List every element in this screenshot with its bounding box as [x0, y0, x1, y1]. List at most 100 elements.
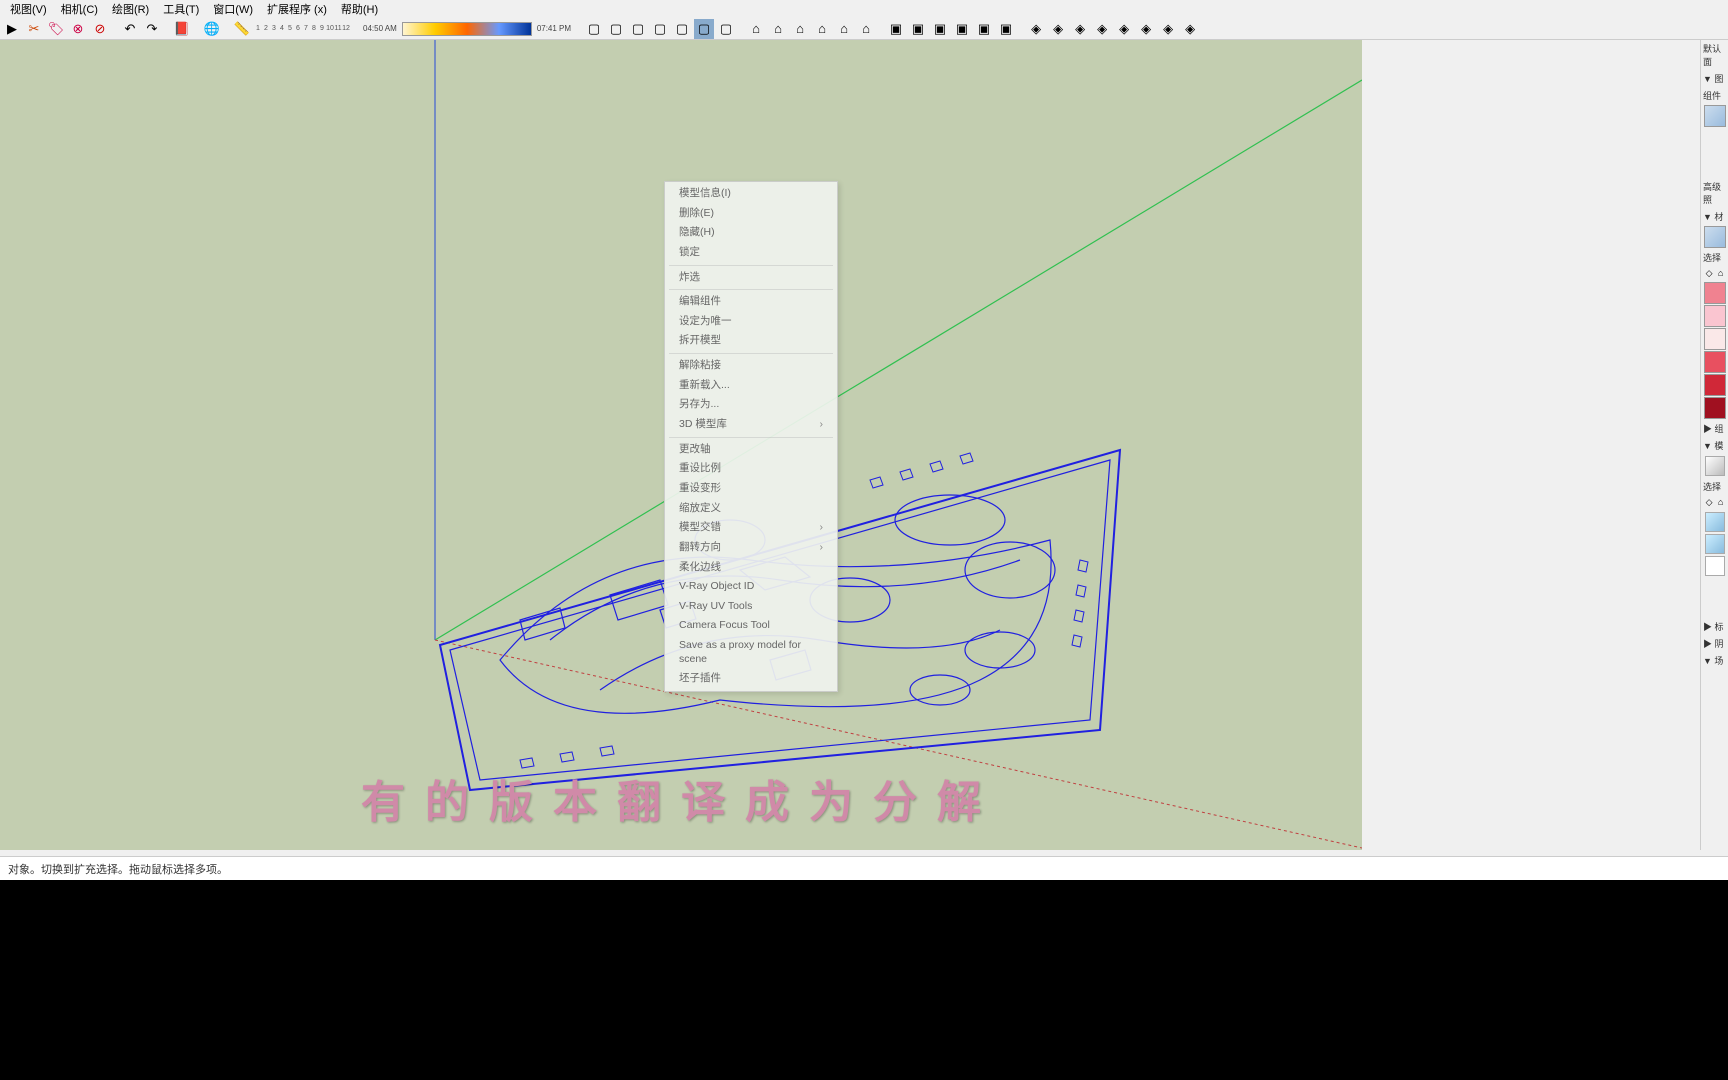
stack5-icon[interactable]: ▣	[974, 19, 994, 39]
context-menu-item[interactable]: 缩放定义	[665, 499, 837, 519]
house2-icon[interactable]: ⌂	[768, 19, 788, 39]
color-swatch[interactable]	[1704, 305, 1726, 327]
nav-home-icon[interactable]: ⌂	[1718, 268, 1723, 279]
panel-model-header[interactable]: ▼ 模	[1701, 437, 1728, 454]
context-menu-item[interactable]: Save as a proxy model for scene	[665, 636, 837, 669]
box2-icon[interactable]: ▢	[606, 19, 626, 39]
panel-select2-header[interactable]: 选择	[1701, 478, 1728, 495]
context-menu-item[interactable]: 解除粘接	[665, 356, 837, 376]
time-slider[interactable]	[402, 22, 532, 36]
context-menu-item[interactable]: 编辑组件	[665, 292, 837, 312]
menu-view[interactable]: 视图(V)	[4, 0, 53, 18]
stack4-icon[interactable]: ▣	[952, 19, 972, 39]
context-menu-item[interactable]: 3D 模型库	[665, 415, 837, 435]
misc3-icon[interactable]: ◈	[1070, 19, 1090, 39]
ruler-icon[interactable]: 📏	[232, 19, 252, 39]
color-swatch[interactable]	[1704, 351, 1726, 373]
stack2-icon[interactable]: ▣	[908, 19, 928, 39]
misc2-icon[interactable]: ◈	[1048, 19, 1068, 39]
panel-section1-header[interactable]: ▶ 标	[1701, 618, 1728, 635]
color-swatch[interactable]	[1704, 397, 1726, 419]
model-box3-icon[interactable]	[1705, 534, 1725, 554]
context-menu-item[interactable]: 更改轴	[665, 440, 837, 460]
context-menu-separator	[669, 437, 833, 438]
model-box2-icon[interactable]	[1705, 512, 1725, 532]
house4-icon[interactable]: ⌂	[812, 19, 832, 39]
undo-icon[interactable]: ↶	[120, 19, 140, 39]
context-menu-item[interactable]: 模型信息(I)	[665, 184, 837, 204]
context-menu-item[interactable]: Camera Focus Tool	[665, 616, 837, 636]
tag-tool-icon[interactable]: 🏷	[46, 19, 66, 39]
material-preview[interactable]	[1704, 226, 1726, 248]
box4-icon[interactable]: ▢	[650, 19, 670, 39]
misc8-icon[interactable]: ◈	[1180, 19, 1200, 39]
menu-camera[interactable]: 相机(C)	[55, 0, 104, 18]
misc6-icon[interactable]: ◈	[1136, 19, 1156, 39]
misc7-icon[interactable]: ◈	[1158, 19, 1178, 39]
panel-component-header[interactable]: 组件	[1701, 87, 1728, 104]
context-menu-item[interactable]: 翻转方向	[665, 538, 837, 558]
box7-icon[interactable]: ▢	[716, 19, 736, 39]
context-menu-item[interactable]: 设定为唯一	[665, 312, 837, 332]
stack6-icon[interactable]: ▣	[996, 19, 1016, 39]
house3-icon[interactable]: ⌂	[790, 19, 810, 39]
context-menu-item[interactable]: 隐藏(H)	[665, 223, 837, 243]
color-swatch[interactable]	[1704, 282, 1726, 304]
panel-materials-header[interactable]: ▼ 材	[1701, 208, 1728, 225]
misc5-icon[interactable]: ◈	[1114, 19, 1134, 39]
context-menu-item[interactable]: 重设变形	[665, 479, 837, 499]
context-menu-item[interactable]: V-Ray UV Tools	[665, 597, 837, 617]
model-box1-icon[interactable]	[1705, 456, 1725, 476]
globe-icon[interactable]: 🌐	[202, 19, 222, 39]
context-menu-item[interactable]: 另存为...	[665, 395, 837, 415]
context-menu-item[interactable]: 模型交错	[665, 518, 837, 538]
house6-icon[interactable]: ⌂	[856, 19, 876, 39]
menu-help[interactable]: 帮助(H)	[335, 0, 384, 18]
nav-home2-icon[interactable]: ⌂	[1718, 497, 1723, 508]
panel-advanced-header[interactable]: 高级照	[1701, 178, 1728, 208]
book-icon[interactable]: 📕	[172, 19, 192, 39]
color-swatch[interactable]	[1704, 374, 1726, 396]
context-menu-item[interactable]: 柔化边线	[665, 558, 837, 578]
panel-default-faces[interactable]: 默认面	[1701, 40, 1728, 70]
cut-tool-icon[interactable]: ✂	[24, 19, 44, 39]
box5-icon[interactable]: ▢	[672, 19, 692, 39]
context-menu-item[interactable]: 删除(E)	[665, 204, 837, 224]
context-menu-item[interactable]: 重新载入...	[665, 376, 837, 396]
cancel-tool-icon[interactable]: ⊘	[90, 19, 110, 39]
context-menu: 模型信息(I)删除(E)隐藏(H)锁定炸选编辑组件设定为唯一拆开模型解除粘接重新…	[664, 181, 838, 692]
panel-section2-header[interactable]: ▶ 阴	[1701, 635, 1728, 652]
house1-icon[interactable]: ⌂	[746, 19, 766, 39]
select-tool-icon[interactable]: ▶	[2, 19, 22, 39]
context-menu-item[interactable]: 坯子插件	[665, 669, 837, 689]
menu-extensions[interactable]: 扩展程序 (x)	[261, 0, 333, 18]
stack3-icon[interactable]: ▣	[930, 19, 950, 39]
context-menu-item[interactable]: 拆开模型	[665, 331, 837, 351]
delete-tool-icon[interactable]: ⊗	[68, 19, 88, 39]
status-bar: 对象。切换到扩充选择。拖动鼠标选择多项。	[0, 856, 1728, 880]
menu-tools[interactable]: 工具(T)	[157, 0, 205, 18]
house5-icon[interactable]: ⌂	[834, 19, 854, 39]
box1-icon[interactable]: ▢	[584, 19, 604, 39]
redo-icon[interactable]: ↷	[142, 19, 162, 39]
panel-comp2-header[interactable]: ▶ 组	[1701, 420, 1728, 437]
context-menu-item[interactable]: 锁定	[665, 243, 837, 263]
stack1-icon[interactable]: ▣	[886, 19, 906, 39]
misc1-icon[interactable]: ◈	[1026, 19, 1046, 39]
panel-section3-header[interactable]: ▼ 场	[1701, 652, 1728, 669]
box3-icon[interactable]: ▢	[628, 19, 648, 39]
nav-left-icon[interactable]: ◇	[1706, 268, 1713, 279]
context-menu-item[interactable]: 重设比例	[665, 459, 837, 479]
panel-layers-header[interactable]: ▼ 图	[1701, 70, 1728, 87]
nav-left2-icon[interactable]: ◇	[1706, 497, 1713, 508]
model-box4-icon[interactable]	[1705, 556, 1725, 576]
menu-window[interactable]: 窗口(W)	[207, 0, 259, 18]
misc4-icon[interactable]: ◈	[1092, 19, 1112, 39]
context-menu-item[interactable]: 炸选	[665, 268, 837, 288]
color-swatch[interactable]	[1704, 328, 1726, 350]
menu-draw[interactable]: 绘图(R)	[106, 0, 155, 18]
box6-icon[interactable]: ▢	[694, 19, 714, 39]
panel-select-header[interactable]: 选择	[1701, 249, 1728, 266]
component-preview[interactable]	[1704, 105, 1726, 127]
context-menu-item[interactable]: V-Ray Object ID	[665, 577, 837, 597]
